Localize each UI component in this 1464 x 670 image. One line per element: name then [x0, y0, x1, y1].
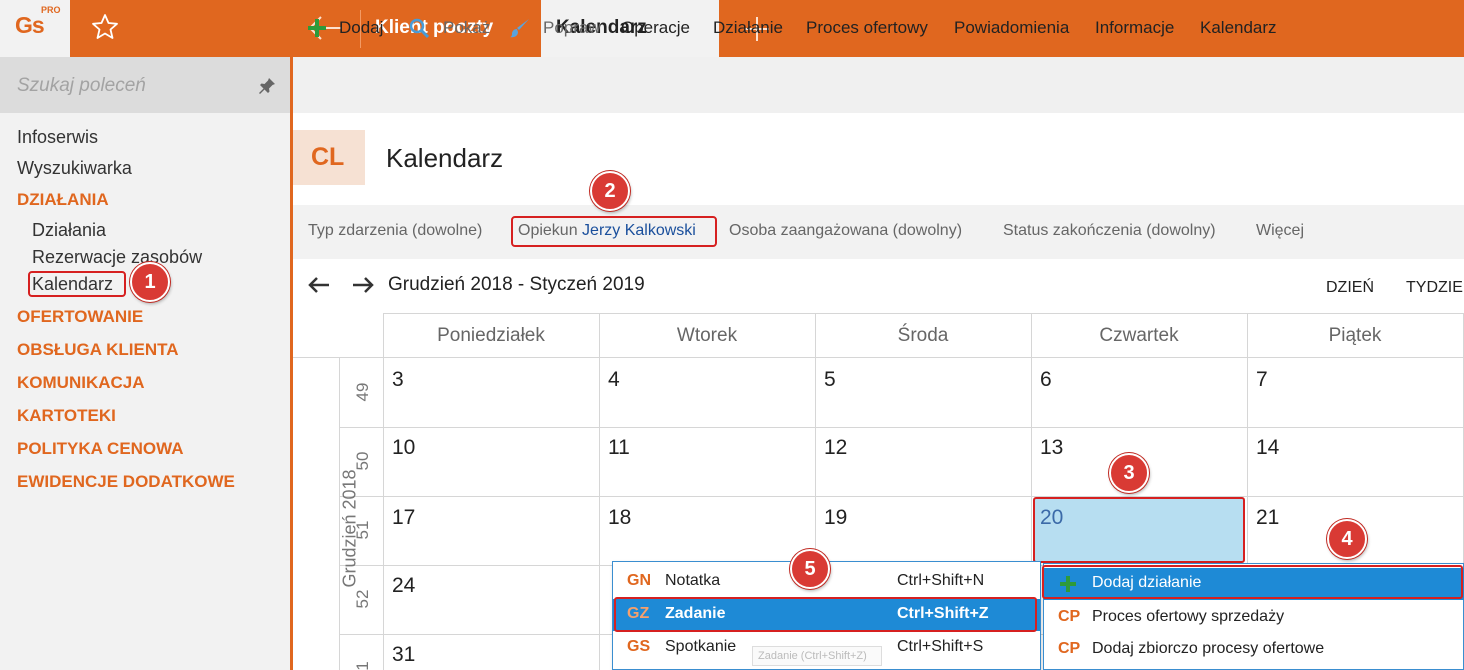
day-cell[interactable]: 6: [1040, 368, 1052, 392]
sidebar-section-customer-service[interactable]: OBSŁUGA KLIENTA: [17, 340, 179, 360]
sidebar: [0, 57, 290, 670]
annotation-box-4: [1042, 565, 1463, 599]
annotation-marker-2: 2: [590, 171, 630, 211]
filter-status[interactable]: Status zakończenia (dowolny): [1003, 222, 1216, 240]
edit-button[interactable]: Popraw: [543, 18, 601, 38]
sidebar-section-records[interactable]: KARTOTEKI: [17, 406, 116, 426]
column-header-wednesday: Środa: [897, 325, 949, 346]
command-search-box: [0, 57, 290, 113]
logo-super: PRO: [41, 5, 61, 15]
view-day-button[interactable]: DZIEŃ: [1326, 279, 1374, 297]
menu-item-label: Spotkanie: [665, 638, 737, 655]
menu-item-code: GS: [627, 638, 651, 655]
sidebar-section-offering[interactable]: OFERTOWANIE: [17, 307, 143, 327]
prev-arrow-icon[interactable]: [306, 275, 332, 295]
favorite-star-icon[interactable]: [90, 12, 120, 42]
logo-text: Gs: [15, 12, 45, 38]
day-cell[interactable]: 24: [392, 574, 415, 598]
menu-item-shortcut: Ctrl+Shift+S: [897, 638, 984, 655]
day-cell-selected[interactable]: 20: [1040, 506, 1063, 530]
magnifier-icon[interactable]: [408, 17, 430, 39]
annotation-box-1: [28, 271, 126, 297]
sidebar-item-infoserwis[interactable]: Infoserwis: [17, 127, 98, 148]
view-week-button[interactable]: TYDZIEŃ: [1406, 279, 1464, 297]
day-cell[interactable]: 12: [824, 436, 847, 460]
sidebar-subitem-reservations[interactable]: Rezerwacje zasobów: [32, 247, 202, 268]
notifications-menu[interactable]: Powiadomienia: [954, 18, 1069, 38]
menu-item-code: GN: [627, 572, 651, 589]
grid-line: [383, 313, 384, 670]
day-cell[interactable]: 17: [392, 506, 415, 530]
day-cell[interactable]: 3: [392, 368, 404, 392]
week-number: 1: [353, 661, 372, 670]
column-header-monday: Poniedziałek: [437, 325, 545, 346]
offer-process-menu[interactable]: Proces ofertowy: [806, 18, 928, 38]
grid-line: [293, 357, 1464, 358]
annotation-marker-1: 1: [130, 262, 170, 302]
sidebar-section-actions[interactable]: DZIAŁANIA: [17, 190, 109, 210]
day-cell[interactable]: 21: [1256, 506, 1279, 530]
sidebar-subitem-actions[interactable]: Działania: [32, 220, 106, 241]
annotation-marker-4: 4: [1327, 519, 1367, 559]
annotation-box-5: [614, 597, 1037, 632]
day-cell[interactable]: 19: [824, 506, 847, 530]
annotation-box-2: [511, 216, 717, 247]
menu-item-label: Proces ofertowy sprzedaży: [1092, 608, 1285, 625]
sidebar-section-extra-records[interactable]: EWIDENCJE DODATKOWE: [17, 472, 235, 492]
column-header-tuesday: Wtorek: [676, 325, 738, 346]
app-logo[interactable]: Gs PRO: [0, 0, 70, 57]
date-range-label: Grudzień 2018 - Styczeń 2019: [388, 274, 645, 295]
show-button[interactable]: Pokaż: [443, 18, 490, 38]
command-search-input[interactable]: [17, 75, 247, 97]
action-menu[interactable]: Działanie: [713, 18, 783, 38]
annotation-marker-3: 3: [1109, 453, 1149, 493]
week-number: 51: [353, 520, 372, 540]
toolbar: [293, 57, 1464, 113]
menu-item-label: Notatka: [665, 572, 721, 589]
sidebar-section-pricing[interactable]: POLITYKA CENOWA: [17, 439, 184, 459]
sidebar-section-communication[interactable]: KOMUNIKACJA: [17, 373, 145, 393]
add-button[interactable]: Dodaj: [339, 18, 383, 38]
column-header-friday: Piątek: [1328, 325, 1382, 346]
operations-menu[interactable]: Operacje: [621, 18, 690, 38]
filter-event-type[interactable]: Typ zdarzenia (dowolne): [308, 222, 482, 240]
day-cell[interactable]: 5: [824, 368, 836, 392]
page-title: Kalendarz: [386, 143, 504, 173]
filter-involved-person[interactable]: Osoba zaangażowana (dowolny): [729, 222, 962, 240]
grid-line: [339, 496, 1464, 497]
day-cell[interactable]: 18: [608, 506, 631, 530]
filter-more[interactable]: Więcej: [1256, 222, 1304, 240]
task-tooltip: Zadanie (Ctrl+Shift+Z): [752, 646, 882, 666]
brush-icon[interactable]: [509, 17, 531, 39]
day-cell[interactable]: 10: [392, 436, 415, 460]
annotation-marker-5: 5: [790, 549, 830, 589]
week-number: 49: [353, 382, 372, 402]
next-arrow-icon[interactable]: [350, 275, 376, 295]
day-cell[interactable]: 14: [1256, 436, 1279, 460]
day-cell[interactable]: 4: [608, 368, 620, 392]
information-menu[interactable]: Informacje: [1095, 18, 1174, 38]
grid-line: [339, 427, 1464, 428]
week-number: 52: [353, 589, 372, 609]
menu-item-shortcut: Ctrl+Shift+N: [897, 572, 985, 589]
menu-item-code: CP: [1058, 640, 1081, 657]
week-number: 50: [353, 451, 372, 471]
menu-item-sales-offer-process[interactable]: CP Proces ofertowy sprzedaży: [1044, 602, 1464, 634]
calendar-menu[interactable]: Kalendarz: [1200, 18, 1277, 38]
sidebar-item-search[interactable]: Wyszukiwarka: [17, 158, 132, 179]
add-plus-icon[interactable]: [306, 17, 328, 39]
pin-icon[interactable]: [258, 77, 276, 95]
menu-item-label: Dodaj zbiorczo procesy ofertowe: [1092, 640, 1325, 657]
module-badge-text: CL: [311, 143, 345, 171]
grid-line: [599, 313, 600, 670]
module-badge: CL: [293, 130, 365, 185]
day-cell[interactable]: 31: [392, 643, 415, 667]
menu-item-code: CP: [1058, 608, 1081, 625]
day-cell[interactable]: 11: [608, 436, 630, 460]
day-cell[interactable]: 13: [1040, 436, 1063, 460]
selected-day-cell[interactable]: [1033, 497, 1245, 563]
day-cell[interactable]: 7: [1256, 368, 1268, 392]
column-header-thursday: Czwartek: [1099, 325, 1179, 346]
menu-item-bulk-offer-processes[interactable]: CP Dodaj zbiorczo procesy ofertowe: [1044, 634, 1464, 666]
